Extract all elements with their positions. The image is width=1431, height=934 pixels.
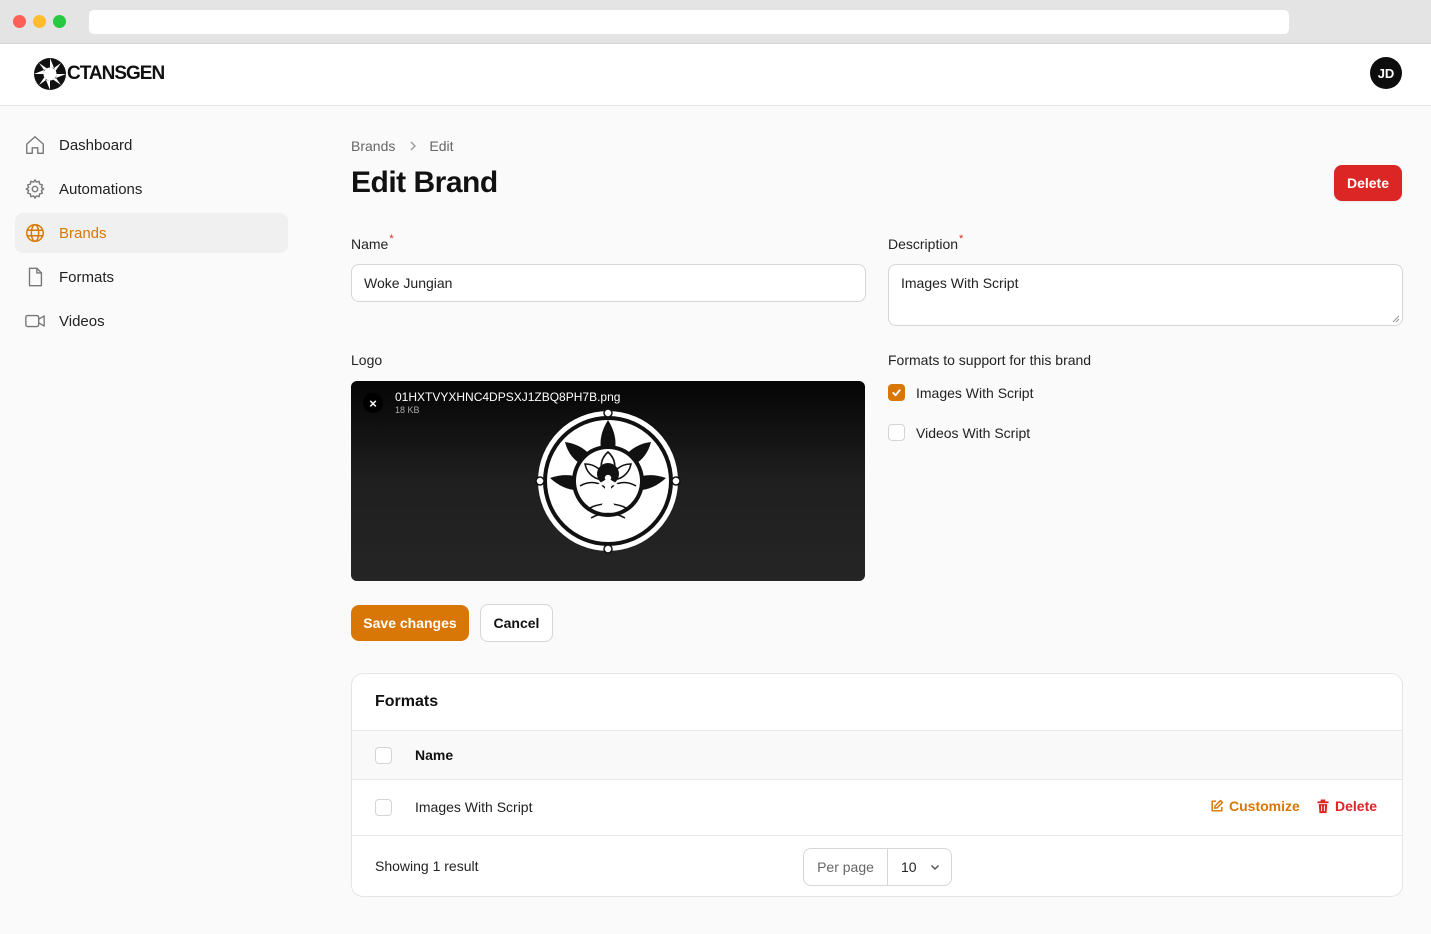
per-page-current: 10 (901, 859, 917, 875)
format-option-label: Images With Script (916, 384, 1034, 401)
required-mark: * (389, 233, 394, 245)
sidebar: Dashboard Automations Brands Formats Vid… (15, 125, 288, 345)
address-bar[interactable] (89, 10, 1289, 34)
check-icon (892, 389, 901, 397)
column-header-name[interactable]: Name (415, 747, 453, 763)
formats-support-label: Formats to support for this brand (888, 352, 1092, 368)
name-label-text: Name (351, 236, 389, 252)
page-title: Edit Brand (351, 166, 498, 199)
name-input[interactable]: Woke Jungian (351, 264, 866, 302)
results-count: Showing 1 result (375, 858, 479, 874)
formats-table-card: Formats Name Images With Script Customiz… (351, 673, 1403, 897)
logo-upload-preview[interactable]: × 01HXTVYXHNC4DPSXJ1ZBQ8PH7B.png 18 KB (351, 381, 865, 581)
sidebar-item-label: Videos (59, 312, 105, 330)
table-footer: Showing 1 result Per page 10 (352, 836, 1402, 896)
brand-wordmark: CTANSGEN (67, 63, 165, 84)
sidebar-item-brands[interactable]: Brands (15, 213, 288, 253)
name-label: Name* (351, 233, 394, 252)
chevron-down-icon (929, 861, 941, 873)
per-page-value[interactable]: 10 (888, 849, 951, 885)
remove-file-button[interactable]: × (363, 393, 383, 413)
save-changes-button[interactable]: Save changes (351, 605, 469, 641)
home-icon (24, 134, 46, 156)
breadcrumb-brands-link[interactable]: Brands (351, 138, 395, 154)
description-value: Images With Script (901, 275, 1019, 291)
minimize-window-button[interactable] (33, 15, 46, 28)
close-window-button[interactable] (13, 15, 26, 28)
logo-label: Logo (351, 352, 383, 368)
edit-icon (1210, 799, 1224, 813)
breadcrumb-current: Edit (429, 138, 454, 154)
description-label-text: Description (888, 236, 959, 252)
gear-icon (24, 178, 46, 200)
chevron-right-icon (408, 141, 418, 151)
description-label: Description* (888, 233, 964, 252)
sidebar-item-label: Brands (59, 224, 107, 242)
file-size: 18 KB (395, 405, 420, 415)
customize-label: Customize (1229, 798, 1300, 814)
browser-chrome (0, 0, 1431, 44)
breadcrumb: Brands Edit (351, 138, 453, 154)
checkbox[interactable] (888, 384, 905, 401)
checkbox[interactable] (888, 424, 905, 441)
row-delete-button[interactable]: Delete (1316, 798, 1377, 814)
per-page-select[interactable]: Per page 10 (803, 848, 952, 886)
top-bar: CTANSGEN JD (0, 44, 1431, 106)
delete-brand-button[interactable]: Delete (1334, 165, 1402, 201)
sidebar-item-label: Formats (59, 268, 115, 286)
document-icon (24, 266, 46, 288)
select-all-checkbox[interactable] (375, 747, 392, 764)
format-option-label: Videos With Script (916, 424, 1031, 441)
maximize-window-button[interactable] (53, 15, 66, 28)
sidebar-item-label: Dashboard (59, 136, 133, 154)
trash-icon (1316, 798, 1330, 814)
description-textarea[interactable]: Images With Script (888, 264, 1403, 326)
sidebar-item-label: Automations (59, 180, 143, 198)
per-page-label: Per page (804, 849, 888, 885)
format-option-images[interactable]: Images With Script (888, 384, 1033, 401)
resize-handle-icon[interactable] (1392, 315, 1400, 323)
table-title: Formats (375, 693, 439, 710)
user-avatar[interactable]: JD (1370, 57, 1402, 89)
sidebar-item-automations[interactable]: Automations (15, 169, 288, 209)
sidebar-item-dashboard[interactable]: Dashboard (15, 125, 288, 165)
format-option-videos[interactable]: Videos With Script (888, 424, 1030, 441)
sidebar-item-videos[interactable]: Videos (15, 301, 288, 341)
row-delete-label: Delete (1335, 798, 1378, 814)
globe-icon (24, 222, 46, 244)
row-checkbox[interactable] (375, 799, 392, 816)
format-name-cell: Images With Script (415, 799, 533, 815)
app-logo[interactable]: CTANSGEN (32, 56, 165, 92)
table-header: Name (352, 730, 1402, 780)
required-mark: * (959, 233, 964, 245)
cancel-button[interactable]: Cancel (480, 604, 553, 642)
customize-button[interactable]: Customize (1210, 798, 1300, 814)
video-camera-icon (24, 310, 46, 332)
aperture-logo-icon (34, 58, 66, 90)
brand-logo-image (535, 408, 681, 554)
sidebar-item-formats[interactable]: Formats (15, 257, 288, 297)
table-row: Images With Script Customize Delete (352, 780, 1402, 836)
file-name: 01HXTVYXHNC4DPSXJ1ZBQ8PH7B.png (395, 390, 621, 404)
